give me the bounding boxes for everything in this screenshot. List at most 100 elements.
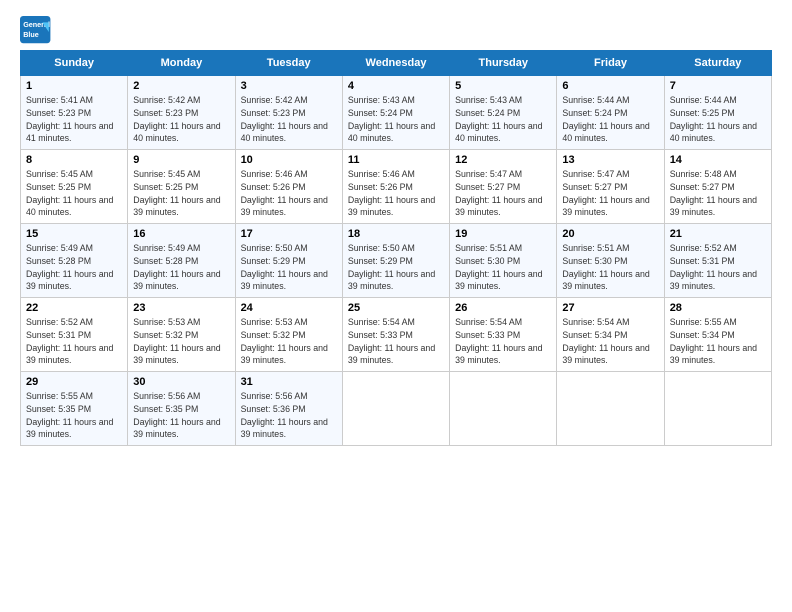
day-detail: Sunrise: 5:54 AMSunset: 5:33 PMDaylight:…	[455, 317, 542, 365]
calendar-cell: 16 Sunrise: 5:49 AMSunset: 5:28 PMDaylig…	[128, 224, 235, 298]
calendar-cell	[664, 372, 771, 446]
calendar-week-row: 1 Sunrise: 5:41 AMSunset: 5:23 PMDayligh…	[21, 76, 772, 150]
col-header-thursday: Thursday	[450, 51, 557, 76]
calendar-cell: 25 Sunrise: 5:54 AMSunset: 5:33 PMDaylig…	[342, 298, 449, 372]
calendar-body: 1 Sunrise: 5:41 AMSunset: 5:23 PMDayligh…	[21, 76, 772, 446]
day-detail: Sunrise: 5:41 AMSunset: 5:23 PMDaylight:…	[26, 95, 113, 143]
day-number: 23	[133, 302, 229, 314]
day-number: 10	[241, 154, 337, 166]
day-number: 14	[670, 154, 766, 166]
calendar-table: SundayMondayTuesdayWednesdayThursdayFrid…	[20, 50, 772, 446]
day-detail: Sunrise: 5:52 AMSunset: 5:31 PMDaylight:…	[26, 317, 113, 365]
day-number: 9	[133, 154, 229, 166]
day-detail: Sunrise: 5:51 AMSunset: 5:30 PMDaylight:…	[562, 243, 649, 291]
day-detail: Sunrise: 5:55 AMSunset: 5:35 PMDaylight:…	[26, 391, 113, 439]
calendar-cell: 11 Sunrise: 5:46 AMSunset: 5:26 PMDaylig…	[342, 150, 449, 224]
day-number: 8	[26, 154, 122, 166]
day-number: 18	[348, 228, 444, 240]
col-header-sunday: Sunday	[21, 51, 128, 76]
day-detail: Sunrise: 5:44 AMSunset: 5:25 PMDaylight:…	[670, 95, 757, 143]
day-detail: Sunrise: 5:56 AMSunset: 5:35 PMDaylight:…	[133, 391, 220, 439]
day-number: 11	[348, 154, 444, 166]
calendar-cell: 21 Sunrise: 5:52 AMSunset: 5:31 PMDaylig…	[664, 224, 771, 298]
day-number: 21	[670, 228, 766, 240]
calendar-week-row: 22 Sunrise: 5:52 AMSunset: 5:31 PMDaylig…	[21, 298, 772, 372]
day-detail: Sunrise: 5:48 AMSunset: 5:27 PMDaylight:…	[670, 169, 757, 217]
logo-icon: General Blue	[20, 16, 52, 44]
day-number: 25	[348, 302, 444, 314]
day-number: 27	[562, 302, 658, 314]
day-detail: Sunrise: 5:53 AMSunset: 5:32 PMDaylight:…	[133, 317, 220, 365]
day-number: 20	[562, 228, 658, 240]
day-number: 3	[241, 80, 337, 92]
day-number: 17	[241, 228, 337, 240]
day-detail: Sunrise: 5:46 AMSunset: 5:26 PMDaylight:…	[241, 169, 328, 217]
calendar-cell	[557, 372, 664, 446]
day-detail: Sunrise: 5:50 AMSunset: 5:29 PMDaylight:…	[241, 243, 328, 291]
day-number: 4	[348, 80, 444, 92]
calendar-cell: 3 Sunrise: 5:42 AMSunset: 5:23 PMDayligh…	[235, 76, 342, 150]
calendar-cell: 4 Sunrise: 5:43 AMSunset: 5:24 PMDayligh…	[342, 76, 449, 150]
logo: General Blue	[20, 16, 52, 44]
col-header-tuesday: Tuesday	[235, 51, 342, 76]
calendar-cell: 29 Sunrise: 5:55 AMSunset: 5:35 PMDaylig…	[21, 372, 128, 446]
day-number: 1	[26, 80, 122, 92]
day-detail: Sunrise: 5:55 AMSunset: 5:34 PMDaylight:…	[670, 317, 757, 365]
day-number: 28	[670, 302, 766, 314]
calendar-week-row: 29 Sunrise: 5:55 AMSunset: 5:35 PMDaylig…	[21, 372, 772, 446]
day-detail: Sunrise: 5:47 AMSunset: 5:27 PMDaylight:…	[455, 169, 542, 217]
day-detail: Sunrise: 5:54 AMSunset: 5:34 PMDaylight:…	[562, 317, 649, 365]
calendar-cell: 7 Sunrise: 5:44 AMSunset: 5:25 PMDayligh…	[664, 76, 771, 150]
calendar-cell: 2 Sunrise: 5:42 AMSunset: 5:23 PMDayligh…	[128, 76, 235, 150]
day-detail: Sunrise: 5:44 AMSunset: 5:24 PMDaylight:…	[562, 95, 649, 143]
calendar-cell: 31 Sunrise: 5:56 AMSunset: 5:36 PMDaylig…	[235, 372, 342, 446]
calendar-cell: 19 Sunrise: 5:51 AMSunset: 5:30 PMDaylig…	[450, 224, 557, 298]
calendar-cell: 14 Sunrise: 5:48 AMSunset: 5:27 PMDaylig…	[664, 150, 771, 224]
calendar-cell	[342, 372, 449, 446]
day-number: 2	[133, 80, 229, 92]
calendar-cell: 13 Sunrise: 5:47 AMSunset: 5:27 PMDaylig…	[557, 150, 664, 224]
day-detail: Sunrise: 5:45 AMSunset: 5:25 PMDaylight:…	[133, 169, 220, 217]
calendar-cell: 24 Sunrise: 5:53 AMSunset: 5:32 PMDaylig…	[235, 298, 342, 372]
day-detail: Sunrise: 5:43 AMSunset: 5:24 PMDaylight:…	[348, 95, 435, 143]
day-number: 7	[670, 80, 766, 92]
col-header-saturday: Saturday	[664, 51, 771, 76]
day-number: 30	[133, 376, 229, 388]
calendar-cell: 20 Sunrise: 5:51 AMSunset: 5:30 PMDaylig…	[557, 224, 664, 298]
calendar-cell: 12 Sunrise: 5:47 AMSunset: 5:27 PMDaylig…	[450, 150, 557, 224]
day-number: 24	[241, 302, 337, 314]
day-detail: Sunrise: 5:47 AMSunset: 5:27 PMDaylight:…	[562, 169, 649, 217]
day-detail: Sunrise: 5:53 AMSunset: 5:32 PMDaylight:…	[241, 317, 328, 365]
calendar-cell: 1 Sunrise: 5:41 AMSunset: 5:23 PMDayligh…	[21, 76, 128, 150]
calendar-cell: 15 Sunrise: 5:49 AMSunset: 5:28 PMDaylig…	[21, 224, 128, 298]
calendar-cell: 22 Sunrise: 5:52 AMSunset: 5:31 PMDaylig…	[21, 298, 128, 372]
day-detail: Sunrise: 5:43 AMSunset: 5:24 PMDaylight:…	[455, 95, 542, 143]
day-number: 16	[133, 228, 229, 240]
day-number: 31	[241, 376, 337, 388]
day-detail: Sunrise: 5:52 AMSunset: 5:31 PMDaylight:…	[670, 243, 757, 291]
col-header-friday: Friday	[557, 51, 664, 76]
page-header: General Blue	[20, 16, 772, 44]
calendar-cell: 5 Sunrise: 5:43 AMSunset: 5:24 PMDayligh…	[450, 76, 557, 150]
col-header-wednesday: Wednesday	[342, 51, 449, 76]
day-number: 6	[562, 80, 658, 92]
day-number: 13	[562, 154, 658, 166]
day-detail: Sunrise: 5:42 AMSunset: 5:23 PMDaylight:…	[241, 95, 328, 143]
calendar-cell: 9 Sunrise: 5:45 AMSunset: 5:25 PMDayligh…	[128, 150, 235, 224]
calendar-week-row: 8 Sunrise: 5:45 AMSunset: 5:25 PMDayligh…	[21, 150, 772, 224]
day-detail: Sunrise: 5:56 AMSunset: 5:36 PMDaylight:…	[241, 391, 328, 439]
day-number: 19	[455, 228, 551, 240]
calendar-cell: 26 Sunrise: 5:54 AMSunset: 5:33 PMDaylig…	[450, 298, 557, 372]
day-number: 26	[455, 302, 551, 314]
calendar-cell: 23 Sunrise: 5:53 AMSunset: 5:32 PMDaylig…	[128, 298, 235, 372]
calendar-cell: 30 Sunrise: 5:56 AMSunset: 5:35 PMDaylig…	[128, 372, 235, 446]
calendar-cell	[450, 372, 557, 446]
day-detail: Sunrise: 5:45 AMSunset: 5:25 PMDaylight:…	[26, 169, 113, 217]
day-number: 15	[26, 228, 122, 240]
calendar-cell: 27 Sunrise: 5:54 AMSunset: 5:34 PMDaylig…	[557, 298, 664, 372]
day-detail: Sunrise: 5:49 AMSunset: 5:28 PMDaylight:…	[26, 243, 113, 291]
col-header-monday: Monday	[128, 51, 235, 76]
day-detail: Sunrise: 5:49 AMSunset: 5:28 PMDaylight:…	[133, 243, 220, 291]
calendar-cell: 6 Sunrise: 5:44 AMSunset: 5:24 PMDayligh…	[557, 76, 664, 150]
day-detail: Sunrise: 5:51 AMSunset: 5:30 PMDaylight:…	[455, 243, 542, 291]
